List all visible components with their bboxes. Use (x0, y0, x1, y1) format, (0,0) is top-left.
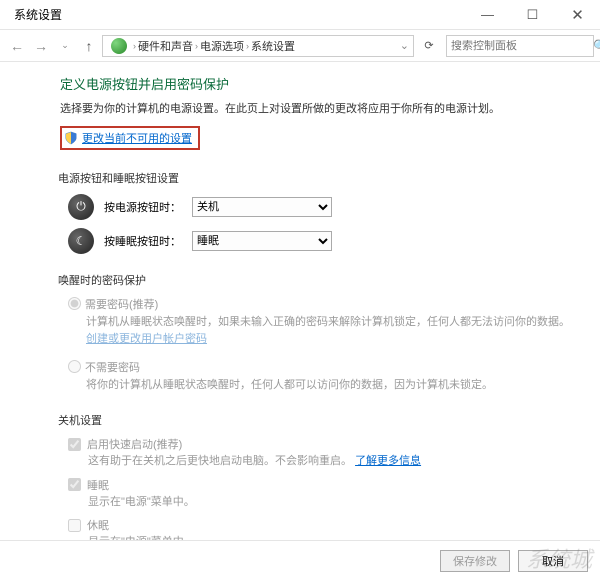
sleep-label: 睡眠 (87, 477, 109, 493)
minimize-button[interactable]: — (465, 0, 510, 30)
save-button: 保存修改 (440, 550, 510, 572)
hibernate-checkbox (68, 519, 81, 532)
hibernate-label: 休眠 (87, 517, 109, 533)
back-button[interactable]: ← (6, 35, 28, 57)
admin-link-highlight: 更改当前不可用的设置 (60, 126, 200, 150)
history-dropdown-button[interactable]: ⌄ (54, 35, 76, 57)
sleep-checkbox (68, 478, 81, 491)
require-password-label: 需要密码(推荐) (85, 296, 158, 312)
fastboot-learn-more-link[interactable]: 了解更多信息 (355, 455, 421, 467)
power-button-label: 按电源按钮时： (104, 199, 192, 215)
require-password-radio-row: 需要密码(推荐) (60, 296, 580, 312)
breadcrumb[interactable]: › 硬件和声音 › 电源选项 › 系统设置 ⌄ (102, 35, 414, 57)
no-password-desc: 将你的计算机从睡眠状态唤醒时，任何人都可以访问你的数据，因为计算机未锁定。 (60, 377, 580, 395)
refresh-button[interactable]: ⟳ (418, 35, 440, 57)
cancel-button[interactable]: 取消 (518, 550, 588, 572)
up-button[interactable]: ↑ (78, 35, 100, 57)
fastboot-label: 启用快速启动(推荐) (87, 436, 182, 452)
no-password-radio-row: 不需要密码 (60, 359, 580, 375)
section-title-shutdown: 关机设置 (58, 412, 580, 428)
sleep-button-row: ☾ 按睡眠按钮时： 睡眠 (60, 228, 580, 254)
fastboot-desc: 这有助于在关机之后更快地启动电脑。不会影响重启。 了解更多信息 (60, 453, 580, 471)
fastboot-row: 启用快速启动(推荐) (60, 436, 580, 452)
no-password-label: 不需要密码 (85, 359, 140, 375)
close-button[interactable]: ✕ (555, 0, 600, 30)
chevron-down-icon[interactable]: ⌄ (400, 39, 409, 52)
page-description: 选择要为你的计算机的电源设置。在此页上对设置所做的更改将应用于你所有的电源计划。 (60, 101, 580, 118)
shield-icon (64, 131, 78, 145)
page-heading: 定义电源按钮并启用密码保护 (60, 74, 580, 93)
sleep-row: 睡眠 (60, 477, 580, 493)
section-title-power-buttons: 电源按钮和睡眠按钮设置 (58, 170, 580, 186)
sleep-button-label: 按睡眠按钮时： (104, 233, 192, 249)
search-box[interactable]: 🔍 (446, 35, 594, 57)
shutdown-section: 关机设置 启用快速启动(推荐) 这有助于在关机之后更快地启动电脑。不会影响重启。… (60, 412, 580, 540)
sleep-desc: 显示在"电源"菜单中。 (60, 494, 580, 512)
chevron-right-icon: › (133, 41, 136, 51)
section-title-wake-protect: 唤醒时的密码保护 (58, 272, 580, 288)
crumb-power-options[interactable]: 电源选项 (200, 38, 244, 54)
chevron-right-icon: › (195, 41, 198, 51)
crumb-hardware-sound[interactable]: 硬件和声音 (138, 38, 193, 54)
change-unavailable-settings-link[interactable]: 更改当前不可用的设置 (82, 130, 192, 146)
power-button-section: 电源按钮和睡眠按钮设置 ⏻ 按电源按钮时： 关机 ☾ 按睡眠按钮时： 睡眠 (60, 170, 580, 254)
chevron-right-icon: › (246, 41, 249, 51)
maximize-button[interactable]: ☐ (510, 0, 555, 30)
window-title: 系统设置 (0, 6, 465, 23)
fastboot-checkbox (68, 438, 81, 451)
sleep-icon: ☾ (68, 228, 94, 254)
forward-button: → (30, 35, 52, 57)
sleep-button-action-select[interactable]: 睡眠 (192, 231, 332, 251)
wake-protection-section: 唤醒时的密码保护 需要密码(推荐) 计算机从睡眠状态唤醒时，如果未输入正确的密码… (60, 272, 580, 395)
create-change-password-link[interactable]: 创建或更改用户帐户密码 (86, 333, 207, 345)
search-icon[interactable]: 🔍 (593, 39, 600, 53)
titlebar: 系统设置 — ☐ ✕ (0, 0, 600, 30)
power-button-row: ⏻ 按电源按钮时： 关机 (60, 194, 580, 220)
search-input[interactable] (451, 40, 593, 52)
content-area: 定义电源按钮并启用密码保护 选择要为你的计算机的电源设置。在此页上对设置所做的更… (0, 62, 600, 540)
control-panel-icon (111, 38, 127, 54)
require-password-radio (68, 297, 81, 310)
require-password-desc: 计算机从睡眠状态唤醒时，如果未输入正确的密码来解除计算机锁定，任何人都无法访问你… (60, 314, 580, 349)
no-password-radio (68, 360, 81, 373)
power-icon: ⏻ (68, 194, 94, 220)
navbar: ← → ⌄ ↑ › 硬件和声音 › 电源选项 › 系统设置 ⌄ ⟳ 🔍 (0, 30, 600, 62)
crumb-system-settings[interactable]: 系统设置 (251, 38, 295, 54)
footer: 保存修改 取消 (0, 540, 600, 580)
hibernate-row: 休眠 (60, 517, 580, 533)
power-button-action-select[interactable]: 关机 (192, 197, 332, 217)
